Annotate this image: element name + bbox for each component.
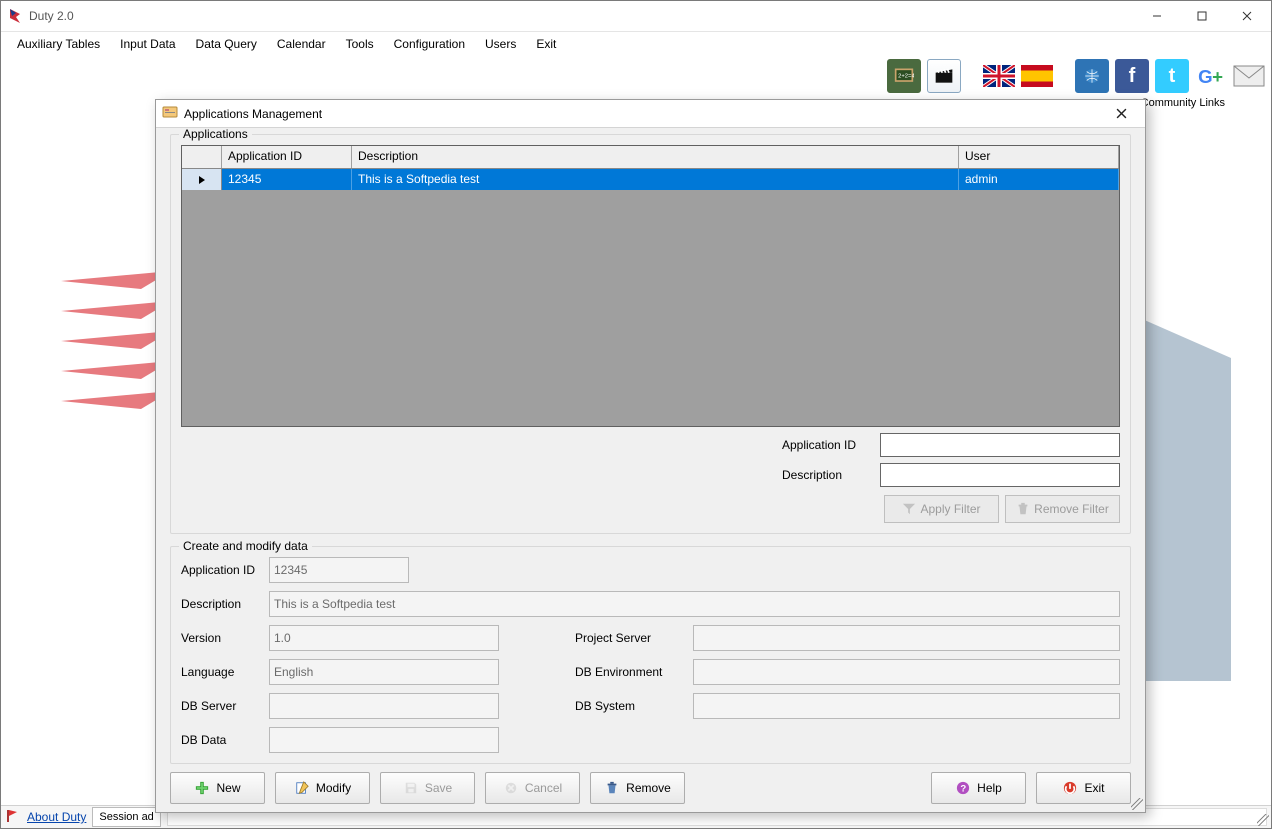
table-row[interactable]: 12345 This is a Softpedia test admin xyxy=(182,169,1119,190)
filter-area: Application ID Description Apply Filter xyxy=(181,433,1120,523)
session-cell: Session ad xyxy=(92,807,160,827)
applications-legend: Applications xyxy=(179,128,252,141)
main-window: Duty 2.0 Auxiliary Tables Input Data Dat… xyxy=(0,0,1272,829)
remove-filter-button[interactable]: Remove Filter xyxy=(1005,495,1120,523)
toolbar-icons: 2+2=4 f t G+ Community Links xyxy=(887,59,1265,93)
flag-spain-icon[interactable] xyxy=(1021,60,1053,92)
form-description-input[interactable] xyxy=(269,591,1120,617)
mail-icon[interactable] xyxy=(1233,60,1265,92)
filter-appid-label: Application ID xyxy=(782,438,872,452)
main-minimize-button[interactable] xyxy=(1134,2,1179,30)
grid-header: Application ID Description User xyxy=(182,146,1119,169)
community-links-label: Community Links xyxy=(1141,97,1225,109)
help-icon: ? xyxy=(955,780,971,796)
main-close-button[interactable] xyxy=(1224,2,1269,30)
plus-icon xyxy=(194,780,210,796)
globe-icon[interactable] xyxy=(1075,59,1109,93)
help-button[interactable]: ? Help xyxy=(931,772,1026,804)
cell-user[interactable]: admin xyxy=(959,169,1119,190)
menu-input-data[interactable]: Input Data xyxy=(112,35,183,53)
grid-rowheader-col[interactable] xyxy=(182,146,222,168)
svg-text:+: + xyxy=(1212,66,1223,87)
remove-button[interactable]: Remove xyxy=(590,772,685,804)
form-project-server-input[interactable] xyxy=(693,625,1120,651)
applications-group: Applications Application ID Description … xyxy=(170,134,1131,534)
form-legend: Create and modify data xyxy=(179,539,312,553)
filter-description-label: Description xyxy=(782,468,872,482)
cell-appid[interactable]: 12345 xyxy=(222,169,352,190)
form-appid-label: Application ID xyxy=(181,563,261,577)
menu-configuration[interactable]: Configuration xyxy=(386,35,473,53)
save-icon xyxy=(403,780,419,796)
menu-calendar[interactable]: Calendar xyxy=(269,35,334,53)
grid-header-appid[interactable]: Application ID xyxy=(222,146,352,168)
form-language-input[interactable] xyxy=(269,659,499,685)
form-appid-input[interactable] xyxy=(269,557,409,583)
menubar: Auxiliary Tables Input Data Data Query C… xyxy=(1,32,1271,56)
form-project-server-label: Project Server xyxy=(575,631,685,645)
app-icon xyxy=(7,8,23,24)
form-db-system-label: DB System xyxy=(575,699,685,713)
funnel-icon xyxy=(902,502,916,516)
main-titlebar: Duty 2.0 xyxy=(1,1,1271,32)
flag-uk-icon[interactable] xyxy=(983,60,1015,92)
form-description-label: Description xyxy=(181,597,261,611)
grid-header-user[interactable]: User xyxy=(959,146,1119,168)
exit-button[interactable]: Exit xyxy=(1036,772,1131,804)
form-db-data-label: DB Data xyxy=(181,733,261,747)
main-title: Duty 2.0 xyxy=(29,9,74,23)
button-bar: New Modify Save xyxy=(170,764,1131,804)
about-duty-link[interactable]: About Duty xyxy=(27,810,86,824)
google-icon[interactable]: G+ xyxy=(1195,60,1227,92)
form-db-data-input[interactable] xyxy=(269,727,499,753)
form-db-env-input[interactable] xyxy=(693,659,1120,685)
main-maximize-button[interactable] xyxy=(1179,2,1224,30)
menu-data-query[interactable]: Data Query xyxy=(188,35,265,53)
grid-body[interactable]: 12345 This is a Softpedia test admin xyxy=(182,169,1119,426)
filter-appid-input[interactable] xyxy=(880,433,1120,457)
dialog-resize-grip[interactable] xyxy=(1131,798,1143,810)
menu-exit[interactable]: Exit xyxy=(528,35,564,53)
clapper-icon[interactable] xyxy=(927,59,961,93)
form-db-env-label: DB Environment xyxy=(575,665,685,679)
dialog-title: Applications Management xyxy=(184,107,322,121)
status-flag-icon xyxy=(5,809,19,826)
save-button[interactable]: Save xyxy=(380,772,475,804)
form-version-input[interactable] xyxy=(269,625,499,651)
new-button[interactable]: New xyxy=(170,772,265,804)
form-db-server-input[interactable] xyxy=(269,693,499,719)
dialog-icon xyxy=(162,104,178,123)
form-db-system-input[interactable] xyxy=(693,693,1120,719)
svg-text:G: G xyxy=(1198,66,1213,87)
dialog-close-button[interactable] xyxy=(1101,102,1141,126)
filter-description-input[interactable] xyxy=(880,463,1120,487)
applications-grid[interactable]: Application ID Description User 12345 Th… xyxy=(181,145,1120,427)
apply-filter-button[interactable]: Apply Filter xyxy=(884,495,999,523)
chalkboard-icon[interactable]: 2+2=4 xyxy=(887,59,921,93)
form-version-label: Version xyxy=(181,631,261,645)
dialog-titlebar: Applications Management xyxy=(156,100,1145,128)
applications-management-dialog: Applications Management Applications App… xyxy=(155,99,1146,813)
svg-text:?: ? xyxy=(961,784,967,795)
grid-header-description[interactable]: Description xyxy=(352,146,959,168)
form-group: Create and modify data Application ID De… xyxy=(170,546,1131,764)
menu-auxiliary-tables[interactable]: Auxiliary Tables xyxy=(9,35,108,53)
modify-button[interactable]: Modify xyxy=(275,772,370,804)
row-indicator-icon xyxy=(182,169,222,190)
cancel-button[interactable]: Cancel xyxy=(485,772,580,804)
edit-icon xyxy=(294,780,310,796)
svg-text:2+2=4: 2+2=4 xyxy=(898,74,914,80)
twitter-icon[interactable]: t xyxy=(1155,59,1189,93)
resize-grip-icon[interactable] xyxy=(1257,814,1269,826)
form-language-label: Language xyxy=(181,665,261,679)
exit-icon xyxy=(1062,780,1078,796)
cancel-icon xyxy=(503,780,519,796)
trash-icon xyxy=(604,780,620,796)
menu-users[interactable]: Users xyxy=(477,35,524,53)
cell-description[interactable]: This is a Softpedia test xyxy=(352,169,959,190)
menu-tools[interactable]: Tools xyxy=(338,35,382,53)
facebook-icon[interactable]: f xyxy=(1115,59,1149,93)
form-db-server-label: DB Server xyxy=(181,699,261,713)
trash-icon xyxy=(1016,502,1030,516)
